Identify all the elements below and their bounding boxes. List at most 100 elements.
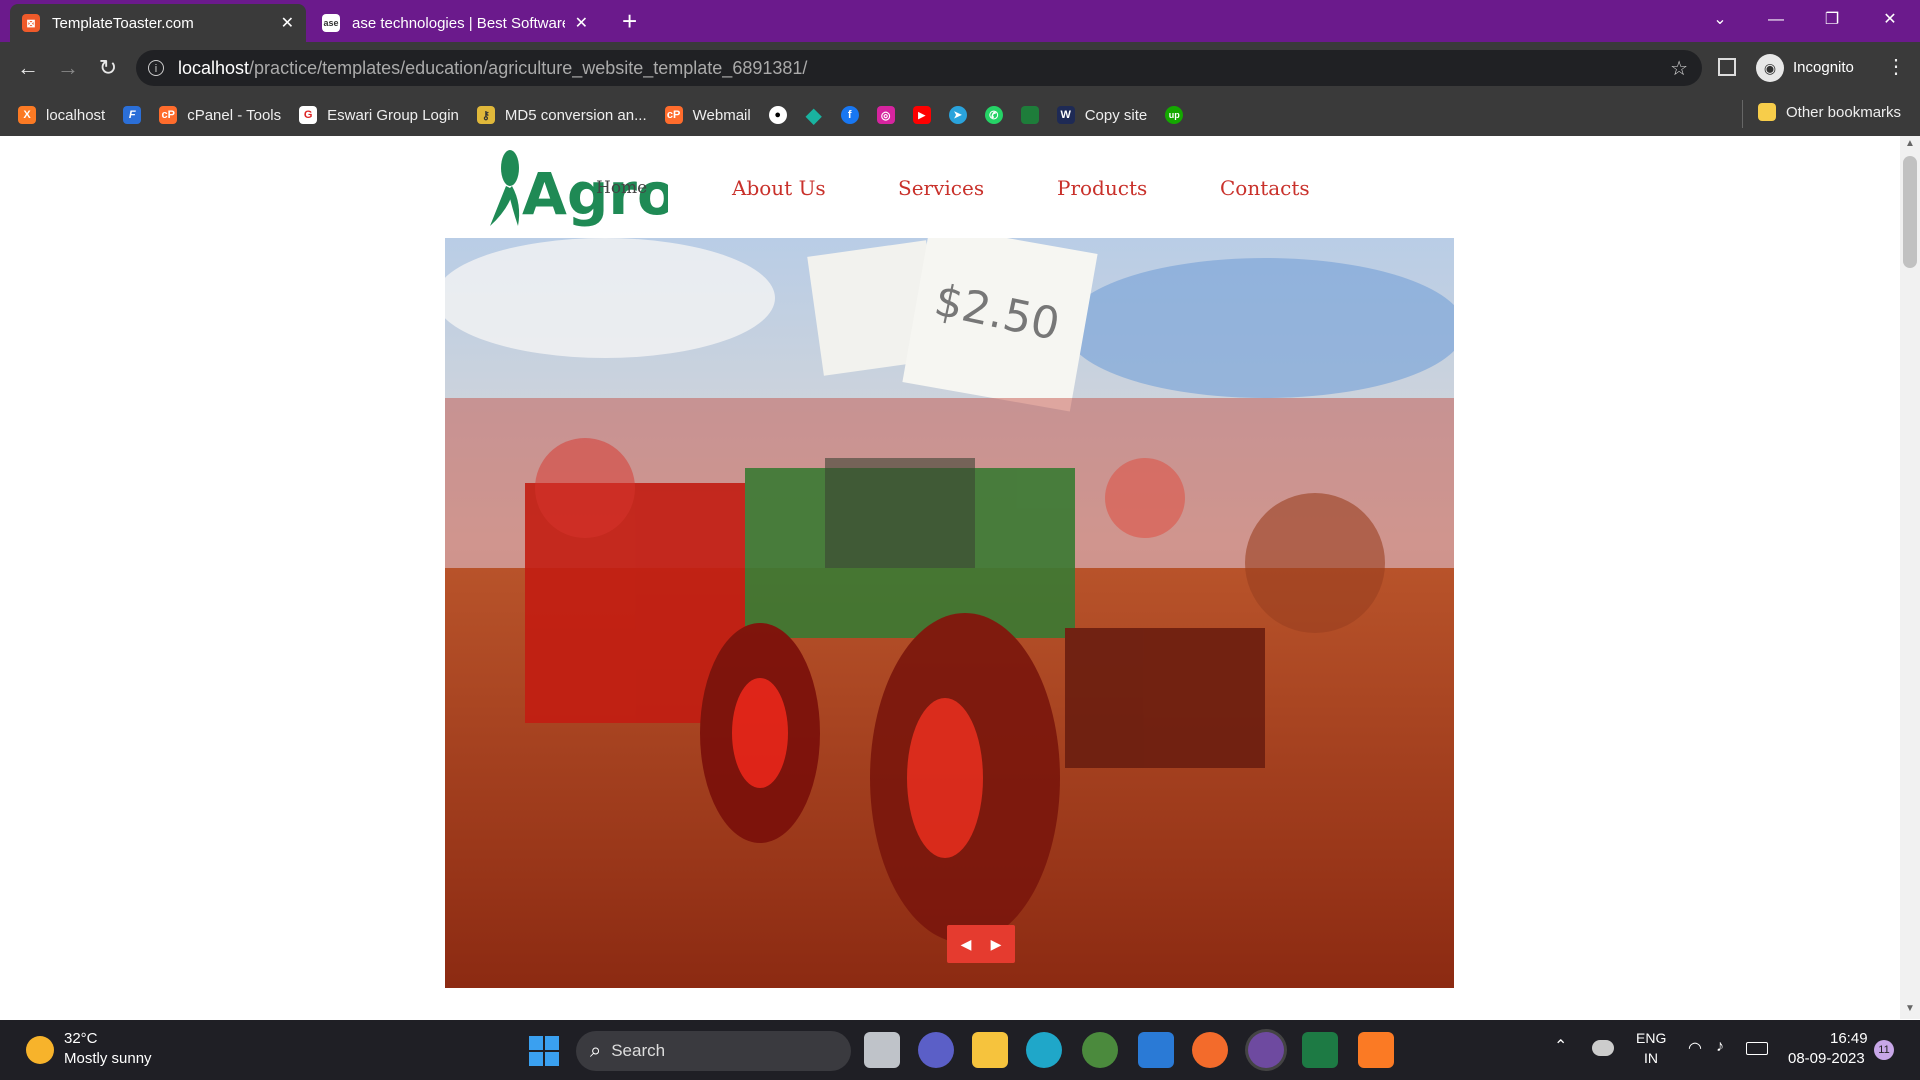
weather-temp[interactable]: 32°C [64, 1030, 98, 1047]
language-bottom[interactable]: IN [1644, 1050, 1658, 1066]
f-icon: F [123, 106, 142, 124]
other-bookmarks[interactable]: Other bookmarks [1758, 103, 1901, 121]
address-bar[interactable]: i localhost/practice/templates/education… [136, 50, 1702, 86]
weather-sun-icon[interactable] [26, 1036, 54, 1064]
scrollbar-thumb[interactable] [1903, 156, 1917, 268]
key-icon: ⚷ [476, 106, 495, 124]
bookmark-webmail[interactable]: cP Webmail [664, 106, 751, 124]
bookmark-instagram[interactable]: ◎ [876, 106, 895, 124]
upwork-icon: up [1165, 106, 1184, 124]
edge-icon[interactable] [1026, 1032, 1062, 1068]
windows-taskbar [0, 1020, 1920, 1080]
new-tab-button[interactable]: + [622, 6, 637, 37]
minimize-button[interactable]: — [1756, 8, 1796, 32]
scroll-up-arrow[interactable]: ▲ [1905, 138, 1915, 149]
xampp-icon: X [18, 106, 36, 124]
restore-button[interactable]: ❐ [1812, 8, 1852, 32]
nav-about-us[interactable]: About Us [732, 176, 826, 200]
tab-templatetoaster[interactable]: ⊠ TemplateToaster.com ✕ [10, 4, 306, 42]
cpanel-icon: cP [664, 106, 683, 124]
notification-badge[interactable]: 11 [1874, 1040, 1894, 1060]
vscode-icon[interactable] [1138, 1032, 1174, 1068]
bookmark-md5[interactable]: ⚷ MD5 conversion an... [476, 106, 647, 124]
tractor-market-photo: $2.50 [445, 238, 1454, 988]
chrome-icon[interactable] [1082, 1032, 1118, 1068]
bookmarks-bar: Xlocalhost F cP cPanel - Tools G Eswari Gr… [0, 94, 1920, 137]
youtube-icon: ▶ [912, 106, 931, 124]
wifi-icon[interactable]: ◠ [1688, 1038, 1702, 1058]
reload-button[interactable]: ↻ [92, 52, 124, 84]
back-button[interactable]: ← [12, 52, 44, 84]
nav-products[interactable]: Products [1057, 176, 1147, 200]
instagram-icon: ◎ [876, 106, 895, 124]
xampp-taskbar-icon[interactable] [1358, 1032, 1394, 1068]
volume-icon[interactable]: ♪ [1716, 1038, 1724, 1056]
diamond-icon: ◆ [806, 104, 822, 127]
taskbar-search-box[interactable]: ⌕ Search [576, 1031, 851, 1071]
bookmark-copy-site[interactable]: W Copy site [1056, 106, 1148, 124]
bookmark-facebook[interactable]: f [840, 106, 859, 124]
nav-services[interactable]: Services [898, 176, 984, 200]
url-text[interactable]: localhost/practice/templates/education/a… [178, 58, 1670, 79]
windows-start-icon[interactable] [529, 1036, 559, 1066]
chrome-incognito-icon[interactable] [1248, 1032, 1284, 1068]
bookmark-github[interactable]: ● [768, 106, 787, 124]
bookmark-upwork[interactable]: up [1165, 106, 1184, 124]
hero-slider-image: $2.50 [445, 238, 1454, 988]
bookmark-f[interactable]: F [123, 106, 142, 124]
scroll-down-arrow[interactable]: ▼ [1905, 1003, 1915, 1014]
teams-chat-icon[interactable] [918, 1032, 954, 1068]
clock-time[interactable]: 16:49 [1830, 1030, 1868, 1047]
bookmark-label: Copy site [1084, 106, 1148, 124]
telegram-icon: ➤ [948, 106, 967, 124]
close-window-button[interactable]: ✕ [1870, 8, 1910, 32]
incognito-icon[interactable]: ◉ [1756, 54, 1784, 82]
corn-leaf-icon [490, 150, 520, 226]
onedrive-icon[interactable] [1592, 1040, 1614, 1056]
bookmark-eswari[interactable]: G Eswari Group Login [299, 106, 459, 124]
file-explorer-icon[interactable] [972, 1032, 1008, 1068]
bookmark-green-folder[interactable] [1020, 106, 1039, 124]
battery-icon[interactable] [1746, 1042, 1768, 1055]
bookmark-whatsapp[interactable]: ✆ [984, 106, 1003, 124]
whatsapp-icon: ✆ [984, 106, 1003, 124]
slider-prev-button[interactable]: ◀ [954, 932, 978, 956]
bookmark-star-icon[interactable]: ☆ [1670, 56, 1688, 81]
language-top[interactable]: ENG [1636, 1030, 1666, 1046]
task-view-icon[interactable] [864, 1032, 900, 1068]
close-tab-icon[interactable]: ✕ [281, 13, 294, 33]
tab-search-icon[interactable]: ⌄ [1700, 8, 1740, 32]
site-info-icon[interactable]: i [148, 60, 164, 76]
show-hidden-icons[interactable]: ⌃ [1554, 1036, 1567, 1056]
folder-green-icon [1020, 106, 1039, 124]
url-path: /practice/templates/education/agricultur… [249, 57, 808, 78]
url-host: localhost [178, 57, 250, 78]
bookmark-localhost[interactable]: Xlocalhost [18, 106, 105, 124]
tab-ase[interactable]: ase ase technologies | Best Software ✕ [310, 4, 600, 42]
bookmark-youtube[interactable]: ▶ [912, 106, 931, 124]
bookmark-label: Other bookmarks [1786, 103, 1902, 121]
templatetoaster-icon: ⊠ [22, 14, 40, 32]
bookmark-label: Webmail [692, 106, 751, 124]
nav-home-overlap[interactable]: Home [596, 178, 647, 198]
excel-icon[interactable] [1302, 1032, 1338, 1068]
slider-next-button[interactable]: ▶ [984, 932, 1008, 956]
nav-contacts[interactable]: Contacts [1220, 176, 1310, 200]
bookmark-diamond[interactable]: ◆ [805, 104, 823, 127]
forward-button[interactable]: → [52, 52, 84, 84]
close-tab-icon[interactable]: ✕ [575, 13, 588, 33]
bookmarks-divider [1742, 100, 1743, 128]
side-panel-icon[interactable] [1718, 58, 1736, 76]
bookmark-cpanel[interactable]: cP cPanel - Tools [159, 106, 281, 124]
bookmark-label: Eswari Group Login [327, 106, 459, 124]
bookmark-telegram[interactable]: ➤ [948, 106, 967, 124]
menu-icon[interactable]: ⋮ [1886, 54, 1906, 79]
postman-icon[interactable] [1192, 1032, 1228, 1068]
bookmark-label: localhost [46, 106, 106, 124]
page-scrollbar[interactable] [1900, 136, 1920, 1019]
search-icon: ⌕ [590, 1039, 602, 1062]
weather-desc[interactable]: Mostly sunny [64, 1050, 152, 1067]
clock-date[interactable]: 08-09-2023 [1788, 1050, 1865, 1067]
profile-label[interactable]: Incognito [1793, 59, 1854, 76]
bookmark-label: cPanel - Tools [187, 106, 282, 124]
